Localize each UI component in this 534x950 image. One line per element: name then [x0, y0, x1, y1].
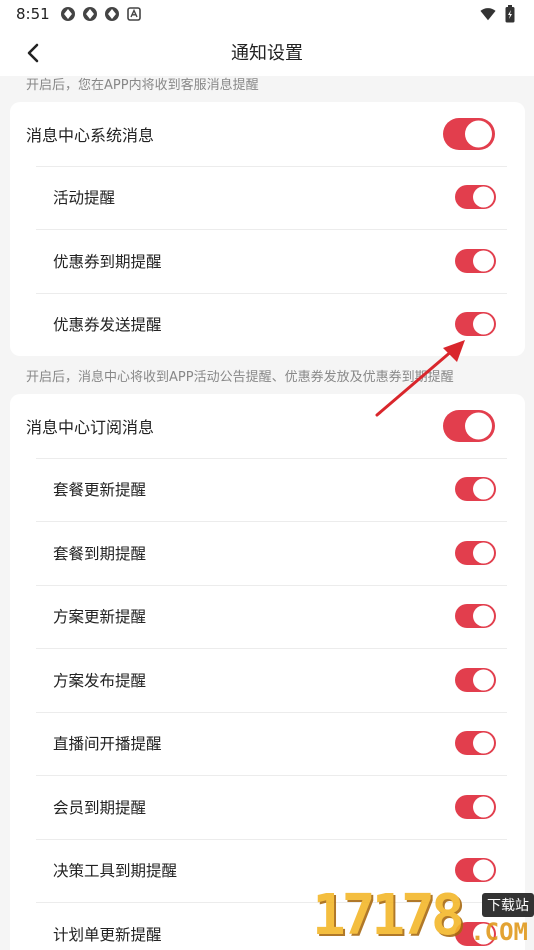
- setting-label: 活动提醒: [53, 189, 116, 208]
- app-notification-icon: [60, 6, 76, 22]
- toggle-knob: [473, 478, 494, 500]
- setting-label: 计划单更新提醒: [53, 925, 162, 944]
- wifi-icon: [480, 6, 496, 22]
- toggle-knob: [473, 605, 494, 627]
- activity-reminder-toggle[interactable]: [455, 185, 496, 210]
- status-time: 8:51: [16, 5, 50, 23]
- plan-update-toggle[interactable]: [455, 604, 496, 629]
- watermark-tag: 下载站: [482, 893, 534, 917]
- toggle-knob: [473, 186, 494, 208]
- setting-label: 消息中心订阅消息: [26, 417, 155, 437]
- setting-label: 会员到期提醒: [53, 798, 147, 817]
- setting-label: 方案发布提醒: [53, 671, 147, 690]
- watermark-suffix: .COM: [470, 918, 528, 946]
- setting-row-live-start: 直播间开播提醒: [10, 711, 525, 776]
- toggle-knob: [473, 313, 494, 335]
- app-notification-icon: [82, 6, 98, 22]
- setting-label: 直播间开播提醒: [53, 735, 162, 754]
- page-title: 通知设置: [231, 43, 303, 64]
- setting-label: 决策工具到期提醒: [53, 862, 178, 881]
- system-icons: [480, 5, 518, 23]
- system-message-card: 消息中心系统消息 活动提醒 优惠券到期提醒 优惠券发送提醒: [10, 102, 525, 356]
- setting-label: 方案更新提醒: [53, 608, 147, 627]
- tool-expiry-toggle[interactable]: [455, 858, 496, 883]
- watermark-digits: 17178: [312, 883, 465, 948]
- setting-row-plan-update: 方案更新提醒: [10, 584, 525, 649]
- setting-row-coupon-expiry: 优惠券到期提醒: [10, 229, 525, 293]
- toggle-knob: [465, 120, 492, 148]
- setting-label: 优惠券发送提醒: [53, 316, 162, 335]
- member-expiry-toggle[interactable]: [455, 794, 496, 819]
- toggle-knob: [473, 859, 494, 881]
- status-bar: 8:51: [0, 0, 534, 28]
- watermark-logo: 17178 下载站 .COM: [308, 883, 534, 950]
- system-messages-toggle[interactable]: [443, 117, 495, 150]
- toggle-knob: [473, 669, 494, 691]
- setting-row-member-expiry: 会员到期提醒: [10, 775, 525, 839]
- setting-label: 套餐更新提醒: [53, 481, 147, 500]
- toggle-knob: [473, 796, 494, 818]
- back-button[interactable]: [20, 40, 46, 66]
- setting-row-system-messages: 消息中心系统消息: [10, 102, 525, 166]
- toggle-knob: [473, 250, 494, 272]
- subscription-message-card: 消息中心订阅消息 套餐更新提醒 套餐到期提醒 方案更新提醒 方案发布提醒 直播间…: [10, 394, 525, 950]
- a-box-icon: [126, 6, 142, 22]
- annotation-arrow-icon: [375, 340, 465, 417]
- nav-bar: 通知设置: [0, 28, 534, 76]
- section-note-system: 开启后，您在APP内将收到客服消息提醒: [26, 78, 259, 93]
- setting-row-plan-publish: 方案发布提醒: [10, 648, 525, 712]
- setting-row-package-update: 套餐更新提醒: [10, 457, 525, 522]
- setting-label: 消息中心系统消息: [26, 125, 155, 145]
- toggle-knob: [473, 542, 494, 564]
- notification-icons: [60, 6, 142, 22]
- chevron-left-icon: [27, 43, 39, 63]
- setting-label: 套餐到期提醒: [53, 544, 147, 563]
- battery-icon: [502, 5, 518, 23]
- setting-label: 优惠券到期提醒: [53, 252, 162, 271]
- coupon-expiry-toggle[interactable]: [455, 248, 496, 273]
- plan-publish-toggle[interactable]: [455, 667, 496, 692]
- app-notification-icon: [104, 6, 120, 22]
- package-update-toggle[interactable]: [455, 477, 496, 502]
- live-start-toggle[interactable]: [455, 731, 496, 756]
- setting-row-activity: 活动提醒: [10, 165, 525, 230]
- toggle-knob: [473, 732, 494, 754]
- setting-row-package-expiry: 套餐到期提醒: [10, 521, 525, 585]
- package-expiry-toggle[interactable]: [455, 540, 496, 565]
